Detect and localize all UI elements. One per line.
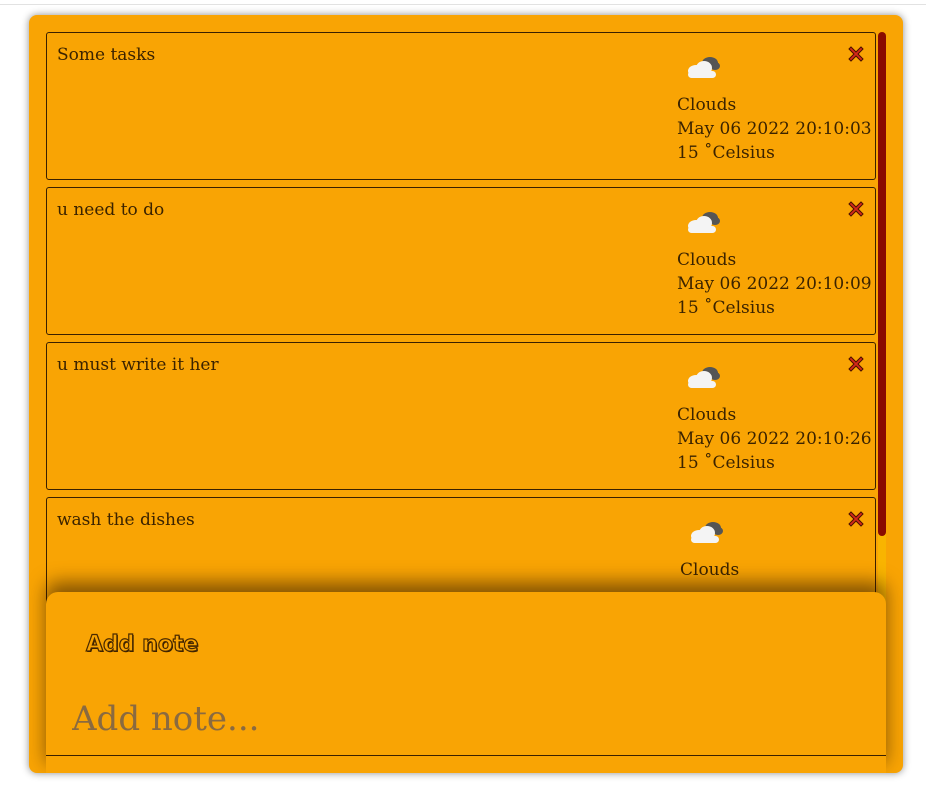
note-text: Some tasks (57, 45, 156, 65)
cloud-icon (688, 57, 720, 78)
weather-description: Clouds (677, 95, 737, 115)
weather-info: Clouds May 06 2022 20:10:03 15 ˚Celsius (677, 51, 877, 165)
scrollbar-thumb[interactable] (878, 32, 886, 536)
note-datetime: May 06 2022 20:10:03 (677, 119, 872, 139)
add-note-input[interactable] (46, 682, 886, 756)
temperature: 15 ˚Celsius (677, 453, 775, 473)
top-divider (0, 4, 926, 5)
weather-info: Clouds (680, 516, 878, 582)
note-text: u need to do (57, 200, 165, 220)
add-note-section: Add note (46, 592, 886, 773)
note-text: wash the dishes (57, 510, 195, 530)
note-datetime: May 06 2022 20:10:09 (677, 274, 872, 294)
note-card: Some tasks Clouds May 06 2022 20:10:03 1… (46, 32, 876, 180)
temperature: 15 ˚Celsius (677, 143, 775, 163)
cloud-icon (691, 522, 723, 543)
note-text: u must write it her (57, 355, 219, 375)
note-card: u need to do Clouds May 06 2022 20:10:09… (46, 187, 876, 335)
weather-description: Clouds (677, 405, 737, 425)
weather-description: Clouds (680, 560, 740, 580)
weather-description: Clouds (677, 250, 737, 270)
temperature: 15 ˚Celsius (677, 298, 775, 318)
scrollbar[interactable] (878, 32, 886, 606)
notes-app-panel: Some tasks Clouds May 06 2022 20:10:03 1… (29, 15, 903, 773)
weather-info: Clouds May 06 2022 20:10:26 15 ˚Celsius (677, 361, 877, 475)
note-card: u must write it her Clouds May 06 2022 2… (46, 342, 876, 490)
weather-info: Clouds May 06 2022 20:10:09 15 ˚Celsius (677, 206, 877, 320)
cloud-icon (688, 212, 720, 233)
add-note-title: Add note (85, 631, 199, 657)
note-datetime: May 06 2022 20:10:26 (677, 429, 872, 449)
cloud-icon (688, 367, 720, 388)
notes-list[interactable]: Some tasks Clouds May 06 2022 20:10:03 1… (46, 32, 878, 615)
